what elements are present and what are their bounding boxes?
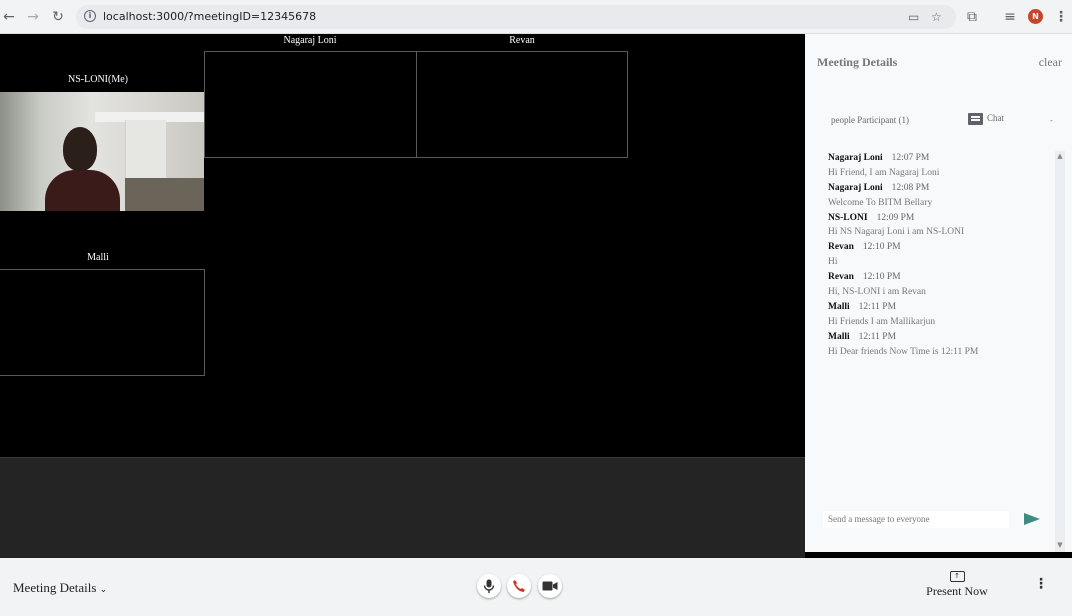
address-bar[interactable]: i localhost:3000/?meetingID=12345678 ▭ ☆ bbox=[76, 5, 956, 29]
message-text: Welcome To BITM Bellary bbox=[828, 197, 933, 208]
scroll-down-icon[interactable]: ▼ bbox=[1055, 541, 1065, 549]
video-person-body bbox=[45, 170, 120, 211]
video-background-chair bbox=[125, 178, 204, 211]
tab-chat-label: Chat bbox=[987, 113, 1004, 124]
message-time: 12:11 PM bbox=[858, 331, 897, 342]
back-icon[interactable]: ← bbox=[0, 8, 18, 26]
present-screen-icon: ↑ bbox=[949, 571, 965, 582]
tile-label-nagaraj: Nagaraj Loni bbox=[283, 35, 337, 46]
forward-icon[interactable]: → bbox=[24, 8, 42, 26]
chat-message: Nagaraj Loni 12:07 PM Hi Friend, I am Nag… bbox=[828, 151, 1048, 181]
message-sender: Malli bbox=[828, 301, 850, 312]
message-text: Hi Friends I am Mallikarjun bbox=[828, 316, 936, 327]
chat-message: Nagaraj Loni 12:08 PM Welcome To BITM Bel… bbox=[828, 181, 1048, 211]
video-camera-icon bbox=[542, 581, 558, 591]
site-info-icon[interactable]: i bbox=[84, 10, 96, 22]
video-tile-revan bbox=[416, 51, 628, 158]
message-text: Hi Friend, I am Nagaraj Loni bbox=[828, 167, 940, 178]
chat-message: Malli 12:11 PM Hi Dear friends Now Time i… bbox=[828, 330, 1048, 360]
send-icon[interactable] bbox=[1024, 513, 1040, 525]
message-time: 12:08 PM bbox=[891, 182, 930, 193]
chat-messages: Nagaraj Loni 12:07 PM Hi Friend, I am Nag… bbox=[828, 151, 1048, 359]
microphone-button[interactable] bbox=[477, 574, 501, 598]
message-text: Hi, NS-LONI i am Revan bbox=[828, 287, 926, 298]
chat-scrollbar[interactable] bbox=[1055, 151, 1065, 552]
message-input[interactable]: Send a message to everyone bbox=[823, 511, 1009, 528]
message-time: 12:09 PM bbox=[876, 212, 915, 223]
url-text[interactable]: localhost:3000/?meetingID=12345678 bbox=[103, 10, 316, 23]
bookmark-star-icon[interactable]: ☆ bbox=[931, 10, 942, 24]
message-text: Hi Dear friends Now Time is 12:11 PM bbox=[828, 346, 979, 357]
microphone-icon bbox=[483, 579, 495, 594]
video-person-head bbox=[63, 127, 97, 171]
phone-icon bbox=[513, 580, 525, 593]
chevron-down-icon: ⌄ bbox=[99, 585, 108, 595]
meeting-details-button[interactable]: Meeting Details ⌄ bbox=[13, 580, 107, 596]
extensions-icon[interactable]: ⧉ bbox=[963, 8, 981, 26]
more-options-icon[interactable]: ⋮ bbox=[1034, 576, 1048, 592]
chat-message: Revan 12:10 PM Hi bbox=[828, 240, 1048, 270]
browser-toolbar: ← → ↻ i localhost:3000/?meetingID=123456… bbox=[0, 0, 1072, 34]
message-sender: Revan bbox=[828, 272, 854, 283]
message-sender: Malli bbox=[828, 331, 850, 342]
stage-bottom-band bbox=[0, 457, 805, 559]
camera-button[interactable] bbox=[538, 574, 562, 598]
reload-icon[interactable]: ↻ bbox=[49, 8, 67, 26]
meeting-details-panel: Meeting Details clear people Participant… bbox=[805, 34, 1072, 552]
message-time: 12:07 PM bbox=[891, 153, 930, 163]
message-sender: NS-LONI bbox=[828, 212, 868, 223]
meeting-toolbar: Meeting Details ⌄ ↑ Present Now ⋮ bbox=[0, 558, 1072, 616]
message-time: 12:10 PM bbox=[862, 272, 901, 283]
video-tile-nagaraj bbox=[204, 51, 417, 158]
chat-message: Revan 12:10 PM Hi, NS-LONI i am Revan bbox=[828, 270, 1048, 300]
present-now-button[interactable]: ↑ Present Now bbox=[924, 571, 990, 599]
clear-button[interactable]: clear bbox=[1039, 55, 1062, 70]
profile-avatar[interactable]: N bbox=[1028, 9, 1043, 24]
tab-chat[interactable]: Chat bbox=[968, 113, 1004, 125]
message-text: Hi NS Nagaraj Loni i am NS-LONI bbox=[828, 227, 965, 238]
message-sender: Nagaraj Loni bbox=[828, 182, 883, 193]
tab-participants[interactable]: people Participant (1) bbox=[831, 115, 909, 125]
panel-title: Meeting Details bbox=[817, 55, 898, 69]
browser-menu-icon[interactable]: ⋮ bbox=[1052, 8, 1070, 26]
meeting-details-label: Meeting Details bbox=[13, 580, 97, 595]
local-video-tile bbox=[0, 92, 204, 211]
message-time: 12:10 PM bbox=[862, 242, 901, 253]
chat-message: Malli 12:11 PM Hi Friends I am Mallikarju… bbox=[828, 300, 1048, 330]
camera-in-use-icon[interactable]: ▭ bbox=[908, 10, 919, 24]
chat-message: NS-LONI 12:09 PM Hi NS Nagaraj Loni i am … bbox=[828, 211, 1048, 241]
chat-icon bbox=[968, 113, 983, 125]
video-tile-malli bbox=[0, 269, 205, 376]
message-sender: Nagaraj Loni bbox=[828, 153, 883, 163]
present-now-label: Present Now bbox=[926, 584, 988, 598]
tile-label-revan: Revan bbox=[509, 35, 535, 46]
tab-dropdown-icon[interactable]: - bbox=[1050, 116, 1053, 125]
message-sender: Revan bbox=[828, 242, 854, 253]
scroll-up-icon[interactable]: ▲ bbox=[1055, 152, 1065, 160]
tile-label-me: NS-LONI(Me) bbox=[68, 74, 128, 85]
message-time: 12:11 PM bbox=[858, 301, 897, 312]
media-controls-icon[interactable]: ≡ bbox=[1001, 8, 1019, 26]
video-stage: NS-LONI(Me) Nagaraj Loni Revan Malli bbox=[0, 34, 805, 457]
message-text: Hi bbox=[828, 257, 838, 268]
end-call-button[interactable] bbox=[507, 574, 531, 598]
tile-label-malli: Malli bbox=[87, 252, 109, 263]
